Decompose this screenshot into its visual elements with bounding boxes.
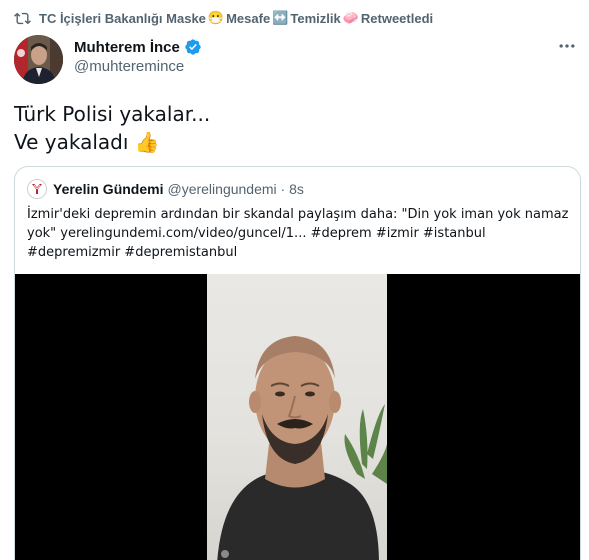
tweet-line-2: Ve yakaladı 👍 — [14, 128, 210, 156]
retweet-label-mid2: Temizlik — [290, 10, 341, 26]
retweet-label-mid1: Mesafe — [226, 10, 271, 26]
tweet-line-2-text: Ve yakaladı — [14, 130, 129, 154]
author-display-name[interactable]: Muhterem İnce — [74, 39, 180, 56]
verified-badge-icon — [185, 39, 201, 55]
quoted-line-1: İzmir'deki depremin ardından bir skandal… — [27, 207, 569, 222]
video-frame-image — [217, 336, 387, 560]
soap-emoji: 🧼 — [342, 10, 359, 25]
arrows-emoji: ↔️ — [272, 10, 289, 25]
quoted-tweet[interactable]: Yerelin Gündemi @yerelingundemi · 8s İzm… — [14, 166, 581, 560]
quoted-tweet-text: İzmir'deki depremin ardından bir skandal… — [27, 205, 569, 262]
retweet-header[interactable]: TC İçişleri Bakanlığı Maske 😷 Mesafe ↔️ … — [14, 8, 433, 28]
quoted-display-name: Yerelin Gündemi — [53, 181, 164, 197]
mask-emoji: 😷 — [207, 10, 225, 25]
avatar[interactable] — [14, 35, 63, 84]
video-thumbnail — [207, 274, 387, 560]
thumbs-up-emoji: 👍 — [134, 130, 160, 154]
quoted-line-2: yok" yerelingundemi.com/video/guncel/1..… — [27, 226, 486, 241]
avatar-image — [14, 35, 63, 84]
retweet-label-end: Retweetledi — [360, 10, 434, 26]
author-handle[interactable]: @muhteremince — [74, 58, 184, 75]
quoted-avatar — [27, 179, 47, 199]
more-options-icon[interactable] — [557, 36, 577, 56]
tweet-line-1: Türk Polisi yakalar... — [14, 102, 211, 126]
quoted-logo-icon — [32, 184, 42, 194]
retweet-label-start: TC İçişleri Bakanlığı Maske — [39, 10, 206, 26]
retweet-icon — [14, 12, 31, 24]
tweet-text: Türk Polisi yakalar... Ve yakaladı 👍 — [14, 100, 210, 156]
video-player[interactable] — [15, 274, 580, 560]
author-name-row[interactable]: Muhterem İnce — [74, 38, 202, 56]
quoted-handle-time: @yerelingundemi · 8s — [167, 181, 304, 197]
quoted-tweet-header: Yerelin Gündemi @yerelingundemi · 8s — [27, 179, 304, 199]
quoted-line-3: #depremizmir #depremistanbul — [27, 245, 238, 260]
